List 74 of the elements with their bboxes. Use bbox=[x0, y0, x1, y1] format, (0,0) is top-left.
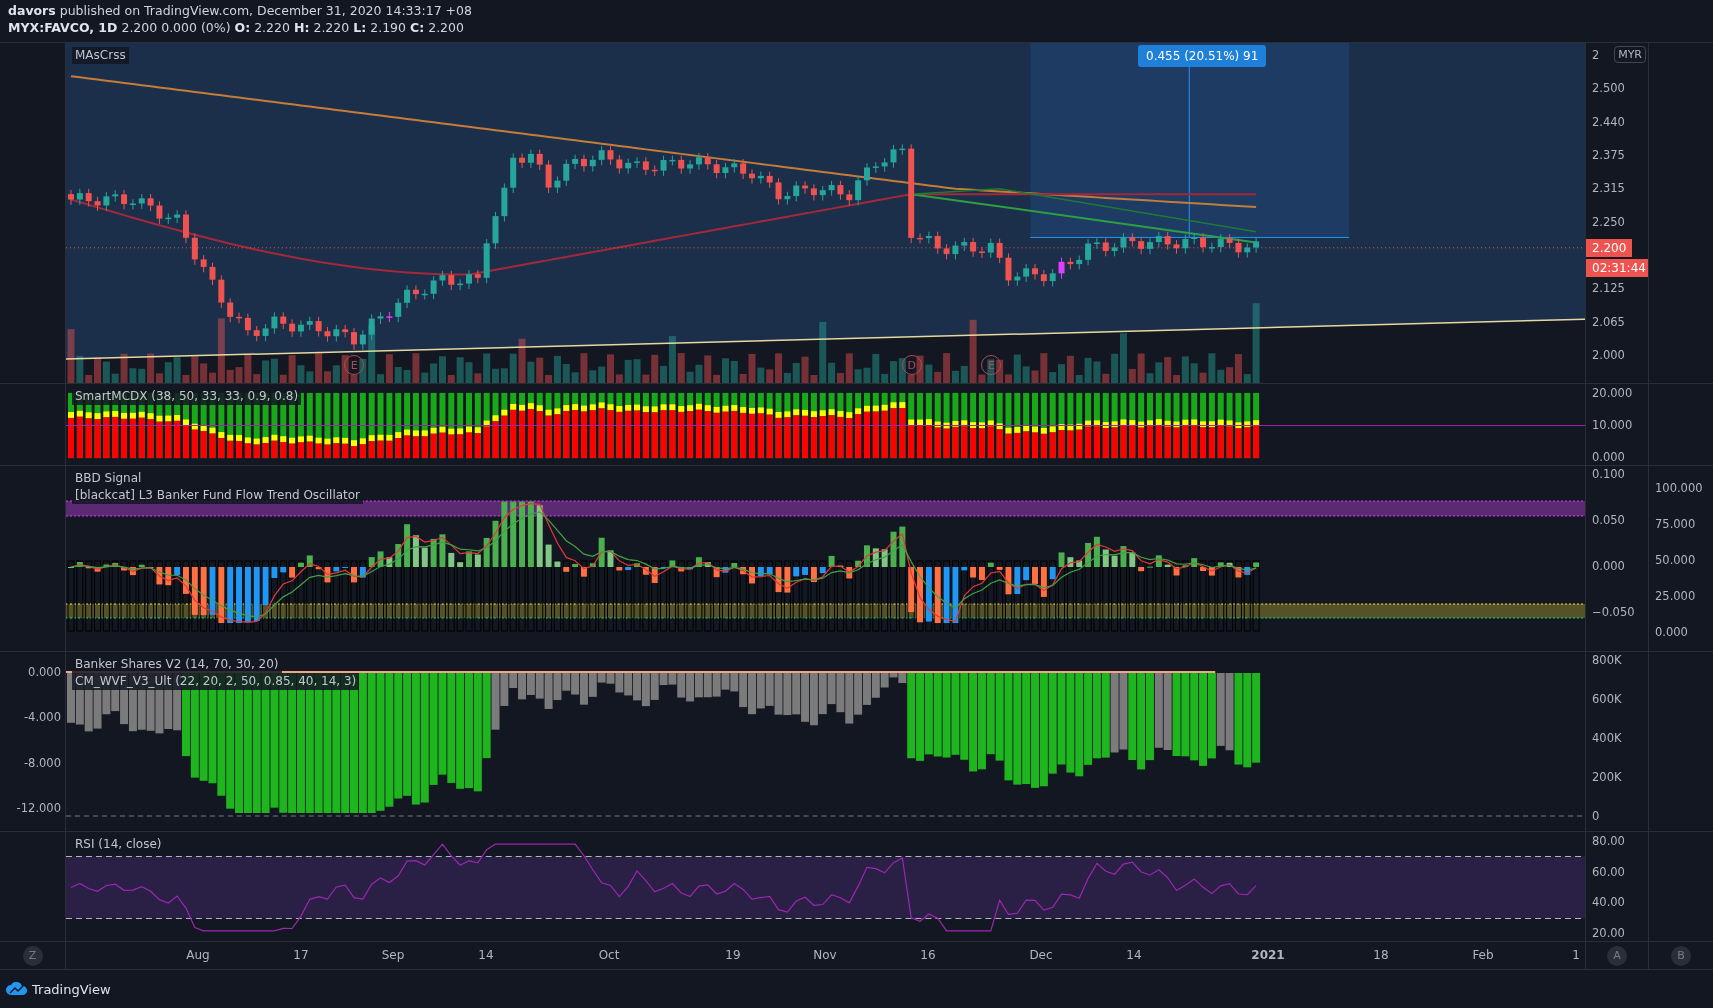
scale-mode-button[interactable]: B bbox=[1671, 945, 1691, 966]
time-axis-label: Nov bbox=[813, 948, 837, 962]
time-axis-label: 14 bbox=[478, 948, 494, 962]
axis-tick-label: 2.500 bbox=[1592, 80, 1625, 97]
axis-tick-label: 50.000 bbox=[1655, 552, 1696, 568]
axis-tick-label: 2.315 bbox=[1592, 180, 1625, 197]
scale-mode-button[interactable]: A bbox=[1607, 945, 1627, 966]
ohlc-value: 2.190 bbox=[370, 19, 406, 36]
time-axis-label: Oct bbox=[598, 948, 620, 962]
axis-tick-label: 80.00 bbox=[1592, 833, 1625, 849]
ohlc-label: H: bbox=[293, 19, 310, 36]
axis-tick-label: 60.00 bbox=[1592, 863, 1625, 880]
axis-tick-label: 400K bbox=[1592, 730, 1622, 746]
axis-tick-label: 2.125 bbox=[1592, 280, 1625, 297]
axis-tick-label: 10.000 bbox=[1592, 417, 1633, 433]
indicator-legend: [blackcat] L3 Banker Fund Flow Trend Oscillator bbox=[72, 487, 364, 504]
axis-tick-label: −0.050 bbox=[1592, 604, 1635, 620]
axis-tick-label: -8.000 bbox=[23, 754, 61, 771]
axis-tick-label: 0.000 bbox=[1655, 624, 1688, 640]
ohlc-label: L: bbox=[353, 19, 367, 36]
ohlc-value: 2.220 bbox=[254, 19, 290, 36]
price-change: 2.200 0.000 (0%) bbox=[121, 19, 231, 36]
axis-tick-label: 40.00 bbox=[1592, 894, 1625, 911]
cloud-logo-icon bbox=[6, 982, 28, 996]
axis-tick-label: 20.000 bbox=[1592, 385, 1633, 401]
axis-tick-label: 100.000 bbox=[1655, 480, 1703, 496]
publish-info: published on TradingView.com, December 31, 2020 14:33:17 +08 bbox=[59, 2, 472, 19]
axis-tick-label: 0.100 bbox=[1592, 466, 1625, 482]
time-axis-label: Dec bbox=[1029, 948, 1053, 962]
time-axis-label: 16 bbox=[920, 948, 936, 962]
axis-tick-label: 2.250 bbox=[1592, 213, 1625, 230]
timezone-button[interactable]: Z bbox=[22, 945, 43, 966]
time-axis-label: Sep bbox=[381, 948, 405, 962]
axis-tick-label: -4.000 bbox=[23, 709, 61, 726]
time-axis-label: 1 bbox=[1572, 948, 1580, 962]
axis-tick-label: 2 bbox=[1592, 47, 1600, 63]
axis-tick-label: 75.000 bbox=[1655, 516, 1696, 532]
ohlc-value: 2.220 bbox=[313, 19, 350, 36]
axis-tick-label: 0.000 bbox=[1592, 558, 1625, 574]
axis-tick-label: 2.440 bbox=[1592, 113, 1625, 130]
indicator-legend: CM_WVF_V3_Ult (22, 20, 2, 50, 0.85, 40, 14, 3) bbox=[72, 673, 360, 690]
last-price-tag: 2.200 bbox=[1586, 239, 1633, 257]
indicator-legend: SmartMCDX (38, 50, 33, 33, 0.9, 0.8) bbox=[72, 388, 302, 405]
axis-tick-label: 600K bbox=[1592, 691, 1622, 707]
ohlc-label: O: bbox=[234, 19, 251, 36]
axis-tick-label: 25.000 bbox=[1655, 588, 1696, 604]
brand-name: TradingView bbox=[32, 981, 111, 997]
time-axis-label: 2021 bbox=[1251, 948, 1285, 962]
axis-tick-label: 2.375 bbox=[1592, 147, 1625, 163]
axis-tick-label: 0.050 bbox=[1592, 512, 1625, 528]
axis-tick-label: 0.000 bbox=[28, 664, 61, 680]
indicator-legend: MAsCrss bbox=[72, 47, 129, 64]
axis-tick-label: 200K bbox=[1592, 769, 1622, 785]
axis-tick-label: 2.065 bbox=[1592, 313, 1625, 330]
axis-tick-label: 0.000 bbox=[1592, 449, 1625, 465]
countdown-tag: 02:31:44 bbox=[1586, 259, 1648, 277]
indicator-legend: Banker Shares V2 (14, 70, 30, 20) bbox=[72, 656, 282, 673]
time-axis-label: 17 bbox=[293, 948, 309, 962]
ohlc-value: 2.200 bbox=[428, 19, 464, 36]
author-name: davors bbox=[8, 2, 56, 19]
axis-tick-label: 800K bbox=[1592, 652, 1622, 668]
currency-label[interactable]: MYR bbox=[1614, 46, 1646, 63]
axis-tick-label: -12.000 bbox=[16, 800, 61, 816]
time-axis-label: Feb bbox=[1472, 948, 1494, 962]
time-axis-label: 19 bbox=[725, 948, 741, 962]
ohlc-label: C: bbox=[410, 19, 425, 36]
measure-label: 0.455 (20.51%) 91 bbox=[1138, 45, 1267, 67]
axis-tick-label: 2.000 bbox=[1592, 346, 1625, 363]
time-axis-label: 18 bbox=[1373, 948, 1389, 962]
axis-tick-label: 0 bbox=[1592, 808, 1600, 824]
time-axis-label: 14 bbox=[1126, 948, 1142, 962]
symbol-title: MYX:FAVCO, 1D bbox=[8, 19, 118, 36]
axis-tick-label: 20.00 bbox=[1592, 924, 1625, 941]
time-axis-label: Aug bbox=[186, 948, 210, 962]
